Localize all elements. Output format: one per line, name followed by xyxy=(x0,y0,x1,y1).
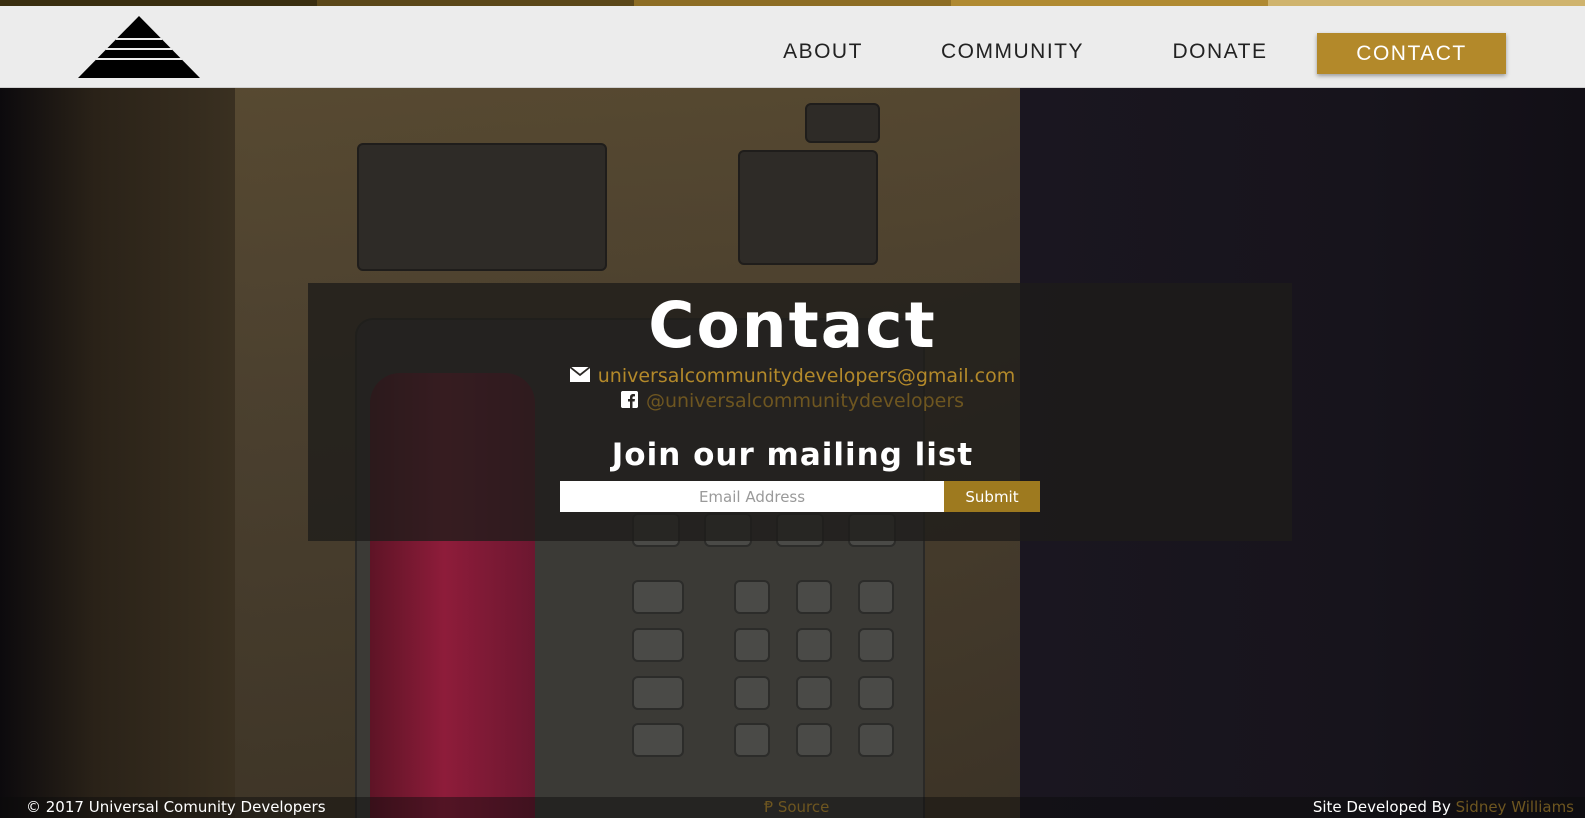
footer-credit: Site Developed By Sidney Williams xyxy=(1313,797,1574,818)
contact-facebook-line: @universalcommunitydevelopers xyxy=(0,389,1585,413)
footer-source[interactable]: Ᵽ Source xyxy=(764,797,829,818)
keypad-key xyxy=(632,628,684,662)
envelope-icon xyxy=(569,367,590,382)
keypad-key xyxy=(632,580,684,614)
developer-link[interactable]: Sidney Williams xyxy=(1456,798,1574,816)
coin-return xyxy=(805,103,880,143)
keypad-key xyxy=(734,580,770,614)
keypad-key xyxy=(858,676,894,710)
keypad-key xyxy=(796,723,832,757)
keypad-key xyxy=(734,723,770,757)
facebook-icon xyxy=(620,391,638,408)
keypad-key xyxy=(858,580,894,614)
developed-by-label: Site Developed By xyxy=(1312,798,1451,816)
site-header: ABOUT COMMUNITY DONATE CONTACT xyxy=(0,6,1585,88)
keypad-key xyxy=(632,723,684,757)
site-footer: © 2017 Universal Comunity Developers Ᵽ S… xyxy=(0,797,1585,818)
nav-about[interactable]: ABOUT xyxy=(768,34,878,70)
keypad-key xyxy=(796,628,832,662)
email-link[interactable]: universalcommunitydevelopers@gmail.com xyxy=(598,365,1016,387)
footer-copyright: © 2017 Universal Comunity Developers xyxy=(26,798,326,816)
pyramid-logo-icon[interactable] xyxy=(78,16,200,78)
contact-email-line: universalcommunitydevelopers@gmail.com xyxy=(0,364,1585,388)
source-icon: Ᵽ xyxy=(764,798,774,816)
mailing-form: Submit xyxy=(560,481,1040,512)
keypad-key xyxy=(858,628,894,662)
keypad-key xyxy=(734,676,770,710)
keypad-key xyxy=(632,676,684,710)
keypad-key xyxy=(796,676,832,710)
nav-donate[interactable]: DONATE xyxy=(1170,34,1270,70)
email-address-input[interactable] xyxy=(560,481,944,512)
mailing-list-heading: Join our mailing list xyxy=(611,437,974,473)
coin-slot xyxy=(738,150,878,265)
keypad-key xyxy=(796,580,832,614)
page-title: Contact xyxy=(648,289,937,362)
submit-button[interactable]: Submit xyxy=(944,481,1040,512)
nav-community[interactable]: COMMUNITY xyxy=(940,34,1085,70)
source-link[interactable]: Source xyxy=(778,798,830,816)
facebook-link[interactable]: @universalcommunitydevelopers xyxy=(646,390,964,412)
keypad-key xyxy=(734,628,770,662)
nav-contact[interactable]: CONTACT xyxy=(1317,33,1506,74)
keypad-key xyxy=(858,723,894,757)
card-slot xyxy=(357,143,607,271)
